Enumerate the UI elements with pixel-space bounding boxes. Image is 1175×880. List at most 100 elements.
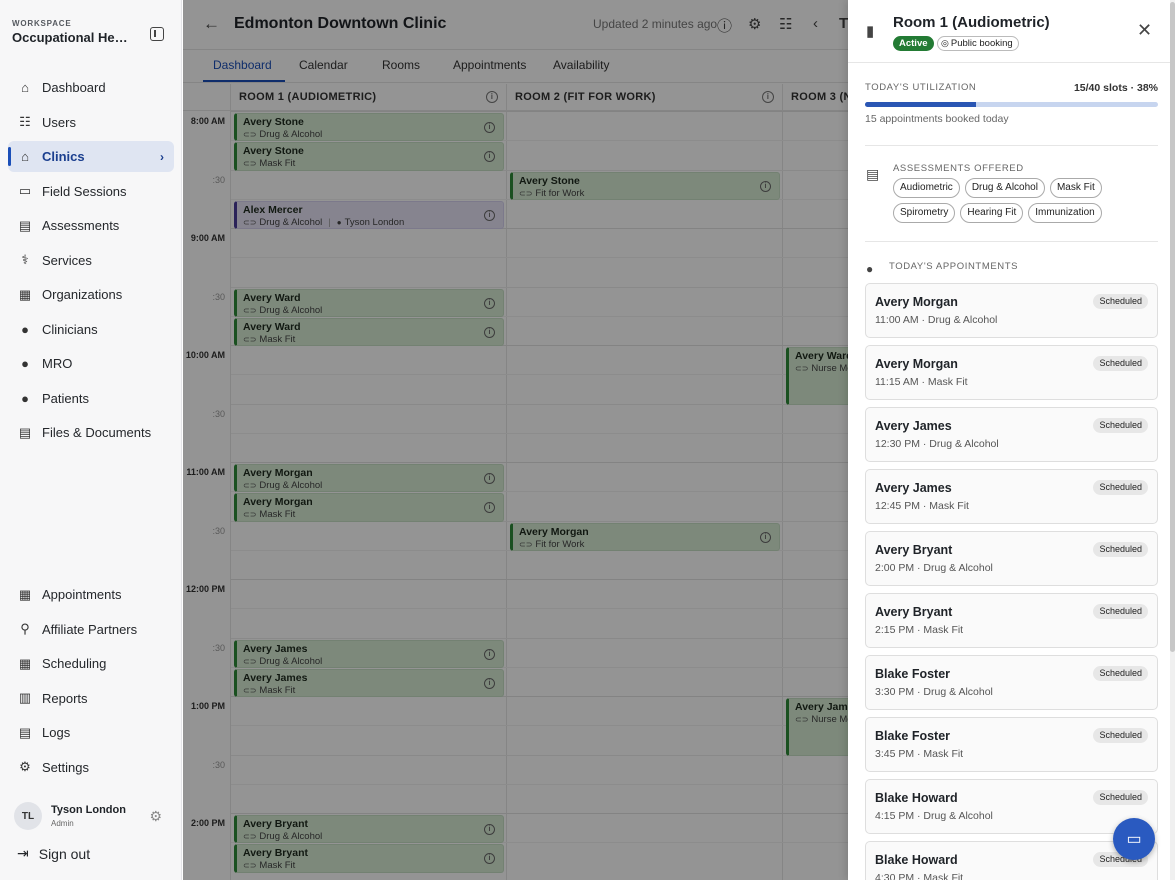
room-detail-panel: ▮ Room 1 (Audiometric) ✕ Active ◎ Public … (848, 0, 1175, 880)
truck-icon: ▭ (18, 183, 32, 198)
workspace-name[interactable]: Occupational Health Services (12, 30, 134, 45)
sign-out-label: Sign out (38, 845, 91, 862)
divider (865, 241, 1158, 242)
appointment-patient: Avery James (875, 419, 952, 433)
assessment-chip: Hearing Fit (960, 203, 1024, 223)
appointment-card[interactable]: Avery James 12:45 PM · Mask Fit Scheduled (865, 469, 1158, 524)
sidebar-item-patients[interactable]: ● Patients (8, 383, 174, 414)
clipboard-icon: ▤ (18, 217, 32, 233)
sign-out-icon: ⇥ (17, 845, 29, 861)
sidebar-item-dashboard[interactable]: ⌂ Dashboard (8, 72, 174, 103)
sidebar-item-files-documents[interactable]: ▤ Files & Documents (8, 417, 174, 448)
assessment-chip: Spirometry (893, 203, 956, 223)
sidebar-item-label: Organizations (42, 287, 123, 302)
status-badge: Scheduled (1093, 480, 1148, 495)
appointments-label: TODAY'S APPOINTMENTS (889, 261, 1019, 272)
gear-icon: ⚙ (19, 759, 31, 774)
calendar-icon: ▦ (18, 586, 32, 602)
sidebar-item-logs[interactable]: ▤ Logs (8, 717, 174, 748)
appointment-time-service: 3:30 PM · Drug & Alcohol (875, 686, 993, 698)
sidebar-item-label: Dashboard (42, 80, 106, 95)
assessment-chip: Audiometric (893, 178, 960, 198)
status-badge: Scheduled (1093, 604, 1148, 619)
utilization-label: TODAY'S UTILIZATION (865, 82, 977, 93)
divider (848, 62, 1175, 63)
globe-icon: ◎ (941, 38, 949, 48)
chat-icon: ▭ (1126, 831, 1142, 848)
sidebar-item-label: Appointments (42, 587, 122, 602)
sidebar-item-assessments[interactable]: ▤ Assessments (8, 210, 174, 241)
appointment-time-service: 12:30 PM · Drug & Alcohol (875, 438, 999, 450)
appointment-patient: Blake Howard (875, 791, 958, 805)
sidebar-item-clinics[interactable]: ⌂ Clinics › (8, 141, 174, 172)
sidebar-item-field-sessions[interactable]: ▭ Field Sessions (8, 176, 174, 207)
sidebar-item-label: Clinics (42, 149, 85, 164)
sidebar-item-affiliate-partners[interactable]: ⚲ Affiliate Partners (8, 614, 174, 645)
logs-icon: ▤ (18, 724, 32, 740)
sidebar-item-label: Files & Documents (42, 425, 152, 440)
public-booking-badge: ◎ Public booking (937, 36, 1019, 51)
files-icon: ▤ (18, 424, 32, 440)
sidebar-item-settings[interactable]: ⚙ Settings (8, 752, 174, 783)
sidebar-item-label: Reports (42, 690, 88, 706)
sign-out-button[interactable]: ⇥ Sign out (17, 845, 90, 862)
sidebar-item-services[interactable]: ⚕ Services (8, 245, 174, 276)
public-booking-label: Public booking (950, 38, 1013, 49)
sidebar-item-label: Services (42, 252, 92, 268)
appointment-patient: Avery Bryant (875, 543, 953, 557)
chart-icon: ▥ (18, 690, 32, 705)
sidebar-item-appointments[interactable]: ▦ Appointments (8, 579, 174, 610)
secondary-nav: ▦ Appointments ⚲ Affiliate Partners ▦ Schedul… (8, 579, 174, 786)
divider (865, 145, 1158, 146)
main-nav: ⌂ Dashboard ☷ Users ⌂ Clinics › ▭ Field Sessions… (8, 72, 174, 452)
sidebar-item-label: Users (42, 114, 76, 130)
sidebar-item-scheduling[interactable]: ▦ Scheduling (8, 648, 174, 679)
appointment-card[interactable]: Avery Bryant 2:15 PM · Mask Fit Scheduled (865, 593, 1158, 648)
door-icon: ▮ (866, 23, 875, 40)
assessment-chips: Audiometric Drug & Alcohol Mask Fit Spirome… (893, 178, 1163, 223)
appointment-patient: Blake Foster (875, 667, 951, 681)
sidebar-item-reports[interactable]: ▥ Reports (8, 683, 174, 714)
status-badge: Scheduled (1093, 418, 1148, 433)
user-name: Tyson London (51, 804, 126, 816)
user-profile[interactable]: TL Tyson London Admin ⚙ (14, 800, 174, 832)
services-icon: ⚕ (21, 252, 29, 267)
mro-icon: ● (21, 356, 29, 371)
chevron-right-icon: › (160, 149, 164, 164)
user-settings-icon[interactable]: ⚙ (149, 808, 162, 825)
appointment-card[interactable]: Avery James 12:30 PM · Drug & Alcohol Sche… (865, 407, 1158, 462)
collapse-sidebar-icon[interactable] (150, 27, 164, 41)
assessment-chip: Mask Fit (1049, 178, 1102, 198)
appointment-card[interactable]: Avery Morgan 11:00 AM · Drug & Alcohol Sch… (865, 283, 1158, 338)
appointment-time-service: 4:15 PM · Drug & Alcohol (875, 810, 993, 822)
sidebar-item-label: Patients (42, 390, 89, 406)
appointment-card[interactable]: Blake Foster 3:30 PM · Drug & Alcohol Sche… (865, 655, 1158, 710)
appointment-card[interactable]: Blake Howard 4:15 PM · Drug & Alcohol Sche… (865, 779, 1158, 834)
scrollbar-thumb[interactable] (1170, 2, 1175, 652)
home-icon: ⌂ (21, 80, 29, 95)
appointment-card[interactable]: Blake Foster 3:45 PM · Mask Fit Scheduled (865, 717, 1158, 772)
sidebar-item-clinicians[interactable]: ● Clinicians (8, 314, 174, 345)
clinician-icon: ● (21, 321, 29, 337)
panel-scrollbar[interactable] (1170, 0, 1175, 880)
chat-button[interactable]: ▭ (1113, 818, 1155, 860)
appointment-time-service: 2:15 PM · Mask Fit (875, 624, 964, 636)
workspace-caption: WORKSPACE (12, 19, 72, 28)
clipboard-icon: ▤ (866, 166, 880, 182)
assessment-chip: Drug & Alcohol (964, 178, 1045, 198)
share-icon: ⚲ (20, 621, 30, 636)
person-icon: ● (866, 262, 874, 276)
sidebar-item-mro[interactable]: ● MRO (8, 348, 174, 379)
appointment-card[interactable]: Avery Bryant 2:00 PM · Drug & Alcohol Sche… (865, 531, 1158, 586)
utilization-summary: 15 appointments booked today (865, 113, 1009, 125)
appointment-patient: Avery Morgan (875, 295, 958, 309)
sidebar-item-label: MRO (42, 356, 73, 371)
patient-icon: ● (21, 390, 29, 406)
close-icon[interactable]: ✕ (1137, 20, 1152, 41)
appointment-card[interactable]: Avery Morgan 11:15 AM · Mask Fit Scheduled (865, 345, 1158, 400)
sidebar-item-label: Clinicians (42, 321, 98, 337)
sidebar-item-label: Logs (42, 725, 71, 740)
status-badge: Scheduled (1093, 728, 1148, 743)
sidebar-item-users[interactable]: ☷ Users (8, 107, 174, 138)
sidebar-item-organizations[interactable]: ▦ Organizations (8, 279, 174, 310)
